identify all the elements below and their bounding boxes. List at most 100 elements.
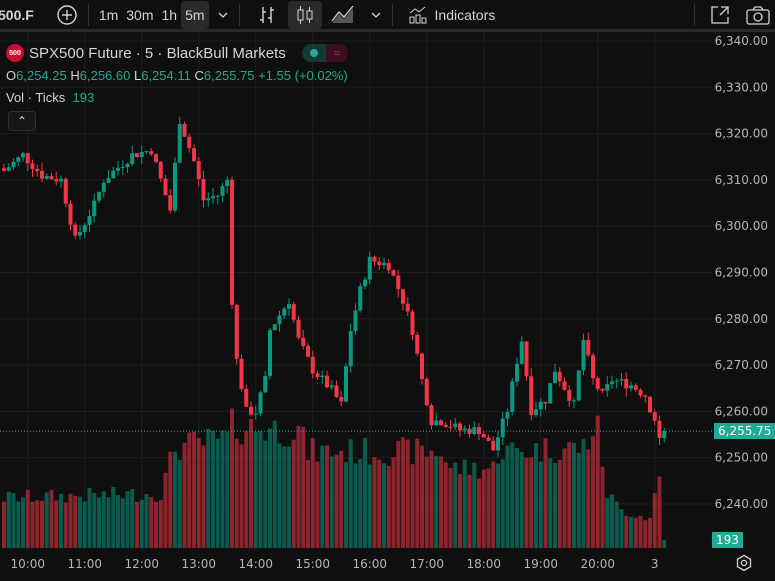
candle-body — [253, 413, 258, 415]
volume-bar — [296, 426, 301, 548]
volume-bar — [258, 431, 263, 548]
candle-body — [614, 380, 619, 382]
volume-value: 193 — [72, 89, 95, 105]
candle-body — [82, 224, 87, 232]
volume-bar — [78, 496, 82, 548]
volume-bar — [282, 446, 287, 548]
volume-bar — [21, 497, 25, 548]
volume-bar — [158, 499, 163, 548]
price-axis-label: 6,280.00 — [715, 312, 768, 326]
time-axis-label: 19:00 — [523, 557, 558, 571]
candle-body — [443, 424, 448, 427]
candle-body — [177, 124, 182, 163]
interval-30m[interactable]: 30m — [122, 1, 157, 29]
indicators-button[interactable]: Indicators — [403, 1, 500, 29]
candle-body — [481, 433, 486, 438]
area-chart-type-icon[interactable] — [326, 1, 360, 29]
interval-dropdown-chevron-icon[interactable] — [213, 1, 233, 29]
volume-bar — [524, 457, 529, 548]
candle-body — [225, 179, 230, 186]
volume-bar — [382, 463, 386, 548]
volume-bar — [25, 489, 30, 548]
candle-body — [600, 388, 605, 391]
volume-bar — [500, 459, 505, 548]
candle-body — [510, 381, 515, 413]
high-label: H — [70, 67, 80, 83]
candle-body — [538, 401, 543, 410]
volume-bar — [472, 462, 477, 548]
candle-body — [40, 170, 44, 179]
volume-bar — [557, 459, 562, 548]
candle-body — [87, 216, 92, 225]
camera-icon[interactable] — [741, 1, 775, 29]
indicators-icon — [409, 6, 427, 23]
publish-icon[interactable] — [705, 1, 735, 29]
volume-bar — [396, 440, 401, 548]
candle-body — [458, 423, 462, 431]
time-axis-label: 10:00 — [10, 557, 45, 571]
market-status[interactable]: ≈ — [301, 44, 348, 62]
bar-chart-type-icon[interactable] — [252, 1, 282, 29]
volume-bar — [144, 494, 149, 548]
chart-legend: 500 SPX500 Future · 5 · BlackBull Market… — [6, 42, 348, 108]
candle-body — [296, 319, 301, 338]
compare-add-icon[interactable] — [52, 1, 82, 29]
candle-body — [277, 315, 282, 325]
volume-bar — [2, 501, 6, 548]
symbol-search[interactable]: 500.F — [0, 1, 38, 29]
time-axis-label: 3 — [651, 557, 659, 571]
volume-bar — [600, 466, 605, 548]
interval-1m[interactable]: 1m — [95, 1, 122, 29]
price-axis-label: 6,330.00 — [715, 80, 768, 94]
volume-bar — [230, 408, 234, 548]
candle-body — [201, 178, 206, 201]
volume-bar — [225, 431, 230, 548]
candle-body — [125, 163, 130, 168]
volume-bar — [386, 465, 391, 548]
price-axis-label: 6,270.00 — [715, 358, 768, 372]
volume-bar — [11, 493, 16, 548]
interval-1h[interactable]: 1h — [158, 1, 182, 29]
candle-body — [230, 179, 234, 305]
time-axis-label: 18:00 — [466, 557, 501, 571]
chart-type-chevron-icon[interactable] — [366, 1, 386, 29]
volume-bar — [73, 495, 78, 548]
candle-body — [334, 385, 339, 397]
candle-body — [310, 356, 315, 374]
candle-body — [434, 420, 439, 426]
volume-bar — [173, 451, 177, 548]
delayed-data-icon: ≈ — [325, 44, 348, 62]
volume-bar — [239, 444, 244, 548]
volume-bar — [652, 493, 657, 548]
candle-body — [591, 355, 595, 379]
candle-body — [581, 340, 586, 371]
candle-body — [196, 161, 201, 179]
legend-title: SPX500 Future · 5 · BlackBull Markets — [29, 44, 286, 62]
candle-body — [54, 179, 59, 182]
volume-bar — [334, 454, 339, 548]
volume-bar — [211, 430, 215, 548]
close-value: 6,255.75 — [203, 67, 255, 83]
volume-bar — [325, 445, 329, 548]
candle-body — [562, 381, 567, 390]
volume-bar — [6, 491, 11, 548]
volume-bar — [125, 491, 130, 548]
volume-bar — [662, 539, 667, 548]
candle-body — [515, 363, 519, 382]
candle-body — [320, 375, 325, 378]
candles-chart-type-icon[interactable] — [287, 0, 322, 29]
candle-body — [35, 168, 40, 171]
interval-5m[interactable]: 5m — [181, 0, 209, 29]
time-axis-label: 11:00 — [67, 557, 102, 571]
candle-body — [557, 371, 562, 382]
settings-icon[interactable] — [735, 554, 753, 577]
candle-body — [529, 376, 534, 416]
ohlc-row: O 6,254.25 H 6,256.60 L 6,254.11 C 6,255.75 … — [6, 64, 348, 86]
price-chart[interactable]: 6,340.00 6,330.00 6,320.00 6,310.00 6,300.00… — [0, 32, 775, 581]
candle-body — [258, 392, 263, 414]
volume-legend-row: Vol · Ticks 193 — [6, 86, 348, 108]
volume-bar — [163, 472, 168, 548]
collapse-legend-button[interactable]: ⌃ — [8, 111, 36, 131]
candle-body — [97, 191, 101, 201]
volume-bar — [106, 497, 111, 548]
